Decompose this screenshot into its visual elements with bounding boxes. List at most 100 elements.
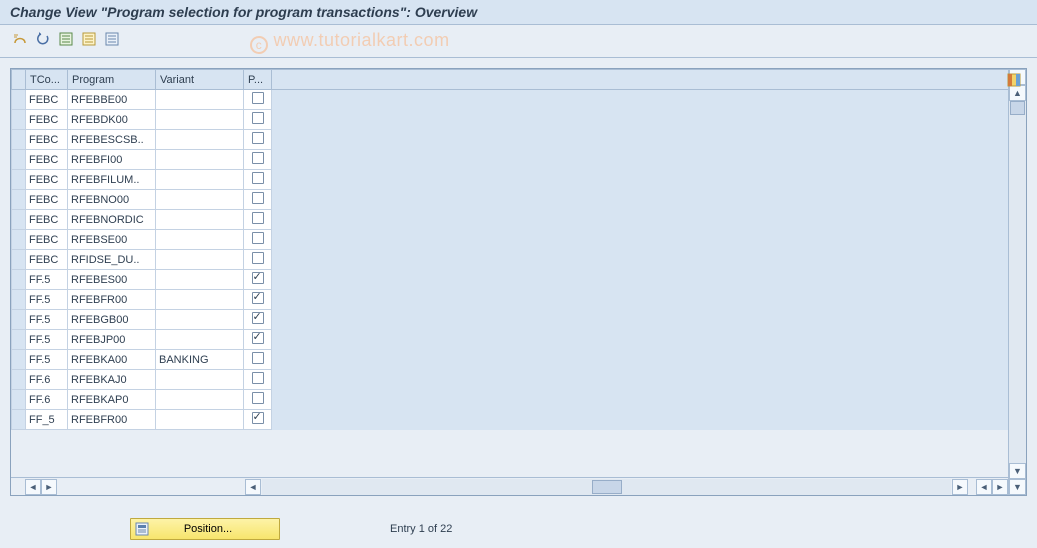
cell-checkbox[interactable] <box>244 290 272 310</box>
cell-checkbox[interactable] <box>244 170 272 190</box>
checkbox-icon[interactable] <box>252 92 264 104</box>
cell-program[interactable]: RFIDSE_DU.. <box>68 250 156 270</box>
checkbox-icon[interactable] <box>252 292 264 304</box>
row-selector-header[interactable] <box>12 70 26 90</box>
cell-variant[interactable] <box>156 390 244 410</box>
hscroll-right-1[interactable]: ► <box>41 479 57 495</box>
cell-variant[interactable] <box>156 270 244 290</box>
row-selector[interactable] <box>12 250 26 270</box>
table-settings-icon[interactable] <box>1005 71 1023 89</box>
delete-button[interactable] <box>102 29 122 49</box>
cell-checkbox[interactable] <box>244 350 272 370</box>
hscroll-left-2[interactable]: ◄ <box>245 479 261 495</box>
column-header-tcode[interactable]: TCo... <box>26 70 68 90</box>
cell-program[interactable]: RFEBSE00 <box>68 230 156 250</box>
cell-tcode[interactable]: FEBC <box>26 110 68 130</box>
cell-program[interactable]: RFEBBE00 <box>68 90 156 110</box>
cell-program[interactable]: RFEBES00 <box>68 270 156 290</box>
other-view-button[interactable] <box>10 29 30 49</box>
new-entries-button[interactable] <box>56 29 76 49</box>
cell-checkbox[interactable] <box>244 230 272 250</box>
cell-variant[interactable] <box>156 230 244 250</box>
row-selector[interactable] <box>12 150 26 170</box>
cell-checkbox[interactable] <box>244 310 272 330</box>
cell-program[interactable]: RFEBFR00 <box>68 290 156 310</box>
cell-variant[interactable] <box>156 310 244 330</box>
cell-variant[interactable]: BANKING <box>156 350 244 370</box>
column-header-p[interactable]: P... <box>244 70 272 90</box>
cell-program[interactable]: RFEBFILUM.. <box>68 170 156 190</box>
copy-as-button[interactable] <box>79 29 99 49</box>
column-header-program[interactable]: Program <box>68 70 156 90</box>
hscroll-right-2[interactable]: ► <box>952 479 968 495</box>
row-selector[interactable] <box>12 90 26 110</box>
cell-tcode[interactable]: FEBC <box>26 150 68 170</box>
checkbox-icon[interactable] <box>252 352 264 364</box>
cell-checkbox[interactable] <box>244 410 272 430</box>
cell-program[interactable]: RFEBGB00 <box>68 310 156 330</box>
row-selector[interactable] <box>12 210 26 230</box>
cell-variant[interactable] <box>156 190 244 210</box>
cell-tcode[interactable]: FEBC <box>26 90 68 110</box>
cell-checkbox[interactable] <box>244 90 272 110</box>
checkbox-icon[interactable] <box>252 272 264 284</box>
vscroll-thumb[interactable] <box>1010 101 1025 115</box>
hscroll-right-3[interactable]: ► <box>992 479 1008 495</box>
row-selector[interactable] <box>12 230 26 250</box>
checkbox-icon[interactable] <box>252 392 264 404</box>
vscroll-track[interactable] <box>1009 101 1026 463</box>
cell-checkbox[interactable] <box>244 190 272 210</box>
row-selector[interactable] <box>12 270 26 290</box>
checkbox-icon[interactable] <box>252 172 264 184</box>
cell-checkbox[interactable] <box>244 130 272 150</box>
row-selector[interactable] <box>12 190 26 210</box>
cell-program[interactable]: RFEBKAP0 <box>68 390 156 410</box>
cell-program[interactable]: RFEBKA00 <box>68 350 156 370</box>
row-selector[interactable] <box>12 290 26 310</box>
cell-variant[interactable] <box>156 250 244 270</box>
row-selector[interactable] <box>12 330 26 350</box>
cell-program[interactable]: RFEBKAJ0 <box>68 370 156 390</box>
undo-button[interactable] <box>33 29 53 49</box>
cell-variant[interactable] <box>156 370 244 390</box>
cell-variant[interactable] <box>156 290 244 310</box>
hscroll-left-1[interactable]: ◄ <box>25 479 41 495</box>
cell-program[interactable]: RFEBNORDIC <box>68 210 156 230</box>
cell-checkbox[interactable] <box>244 250 272 270</box>
row-selector[interactable] <box>12 130 26 150</box>
checkbox-icon[interactable] <box>252 152 264 164</box>
checkbox-icon[interactable] <box>252 412 264 424</box>
cell-tcode[interactable]: FF_5 <box>26 410 68 430</box>
row-selector[interactable] <box>12 410 26 430</box>
checkbox-icon[interactable] <box>252 252 264 264</box>
row-selector[interactable] <box>12 310 26 330</box>
checkbox-icon[interactable] <box>252 112 264 124</box>
cell-tcode[interactable]: FEBC <box>26 250 68 270</box>
cell-tcode[interactable]: FF.5 <box>26 270 68 290</box>
cell-tcode[interactable]: FF.5 <box>26 350 68 370</box>
checkbox-icon[interactable] <box>252 332 264 344</box>
position-button[interactable]: Position... <box>130 518 280 540</box>
cell-checkbox[interactable] <box>244 270 272 290</box>
cell-tcode[interactable]: FEBC <box>26 230 68 250</box>
checkbox-icon[interactable] <box>252 372 264 384</box>
row-selector[interactable] <box>12 350 26 370</box>
cell-variant[interactable] <box>156 110 244 130</box>
cell-tcode[interactable]: FEBC <box>26 130 68 150</box>
checkbox-icon[interactable] <box>252 132 264 144</box>
cell-program[interactable]: RFEBJP00 <box>68 330 156 350</box>
cell-program[interactable]: RFEBESCSB.. <box>68 130 156 150</box>
hscroll-thumb[interactable] <box>592 480 622 494</box>
cell-program[interactable]: RFEBFR00 <box>68 410 156 430</box>
cell-variant[interactable] <box>156 410 244 430</box>
cell-program[interactable]: RFEBFI00 <box>68 150 156 170</box>
column-header-variant[interactable]: Variant <box>156 70 244 90</box>
cell-variant[interactable] <box>156 210 244 230</box>
cell-tcode[interactable]: FEBC <box>26 210 68 230</box>
cell-checkbox[interactable] <box>244 210 272 230</box>
hscroll-left-3[interactable]: ◄ <box>976 479 992 495</box>
cell-program[interactable]: RFEBDK00 <box>68 110 156 130</box>
cell-tcode[interactable]: FF.5 <box>26 330 68 350</box>
cell-tcode[interactable]: FEBC <box>26 190 68 210</box>
cell-checkbox[interactable] <box>244 370 272 390</box>
